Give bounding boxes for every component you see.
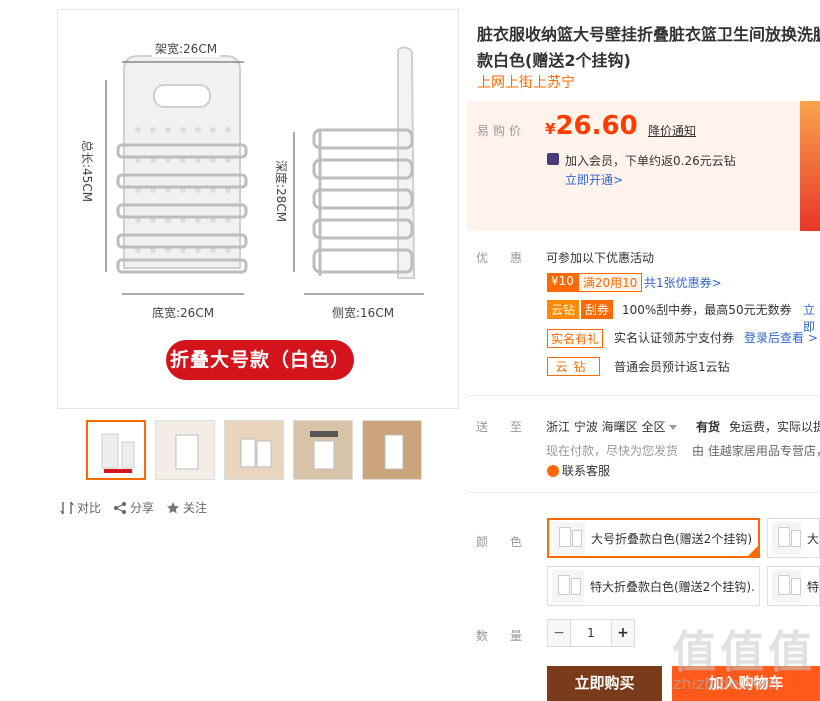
product-actions: 对比 分享 关注 — [60, 499, 219, 516]
thumbnail-2[interactable] — [155, 420, 215, 480]
color-option-4[interactable]: 特 — [767, 566, 820, 606]
quantity-input[interactable]: 1 — [571, 619, 611, 647]
basket-thumb-icon — [384, 434, 404, 470]
section-divider — [467, 492, 820, 493]
member-text: 加入会员，下单约返0.26元云钻 — [565, 154, 736, 168]
yunzuan-tag: 云钻 — [547, 357, 600, 376]
color-option-1[interactable]: 大号折叠款白色(赠送2个挂钩) — [547, 518, 760, 558]
color-option-label: 大号折叠款白色(赠送2个挂钩) — [591, 531, 752, 546]
section-divider — [467, 395, 820, 396]
price-number: 26.60 — [555, 111, 638, 141]
color-option-label: 大 — [806, 531, 819, 546]
ship-note: 现在付款，尽快为您发货 — [546, 444, 679, 458]
yunzuan-text: 普通会员预计返1云钻 — [614, 360, 730, 374]
seller-name[interactable]: 由 佳越家居用品专营店， — [692, 442, 820, 459]
product-title-line2: 款白色(赠送2个挂钩) — [477, 51, 631, 70]
promotions-head: 可参加以下优惠活动 — [546, 251, 655, 265]
follow-label: 关注 — [183, 501, 208, 515]
dim-side-width: 侧宽:16CM — [332, 306, 395, 320]
follow-button[interactable]: 关注 — [166, 499, 207, 516]
freight-text: 免运费，实际以提 — [729, 420, 820, 434]
basket-thumb-icon — [101, 433, 135, 473]
promotions-label: 优惠 — [476, 251, 545, 265]
coupon-tag: ¥10 满20用10 — [547, 273, 643, 292]
thumbnail-strip — [86, 420, 431, 484]
scratch-text: 100%刮中券，最高50元无数券 — [622, 303, 792, 317]
color-swatch — [772, 522, 801, 554]
realname-tag: 实名有礼 — [547, 329, 604, 348]
scratch-tags: 云钻 刮券 — [547, 300, 614, 319]
main-product-image[interactable]: 架宽:26CM 总长:45CM 深度:28CM 底宽:26CM 侧宽:16CM … — [57, 9, 459, 409]
price-value: ¥26.60 — [545, 111, 638, 141]
coupon-condition: 满20用10 — [577, 273, 643, 292]
compare-icon — [60, 501, 74, 514]
dim-bottom-width: 底宽:26CM — [152, 306, 215, 320]
buy-now-button[interactable]: 立即购买 — [547, 666, 662, 701]
realname-link[interactable]: 登录后查看 > — [744, 329, 818, 346]
basket-thumb-icon — [240, 438, 272, 468]
thumbnail-1[interactable] — [86, 420, 146, 480]
selected-corner-icon — [748, 546, 758, 556]
stock-status: 有货 — [696, 420, 721, 434]
color-option-3[interactable]: 特大折叠款白色(赠送2个挂钩). — [547, 566, 760, 606]
color-swatch — [772, 570, 801, 602]
price-currency: ¥ — [545, 120, 556, 138]
chevron-down-icon — [669, 425, 678, 430]
color-option-2[interactable]: 大 — [767, 518, 820, 558]
thumbnail-5[interactable] — [362, 420, 422, 480]
product-subtitle: 上网上街上苏宁 — [477, 75, 575, 91]
dim-frame-width: 架宽:26CM — [152, 40, 221, 57]
quantity-plus-button[interactable]: + — [611, 619, 635, 647]
share-button[interactable]: 分享 — [113, 499, 154, 516]
thumbnail-4[interactable] — [293, 420, 353, 480]
coupon-amount: ¥10 — [547, 273, 578, 292]
watermark-sub: zhizhide.com — [673, 674, 779, 693]
shipping-label: 送至 — [476, 420, 545, 434]
color-swatch — [552, 570, 584, 602]
thumbnail-3[interactable] — [224, 420, 284, 480]
price-label: 易购价 — [477, 124, 526, 138]
service-label: 联系客服 — [562, 464, 611, 478]
basket-thumb-icon — [175, 434, 199, 470]
color-swatch — [553, 522, 585, 554]
quantity-minus-button[interactable]: − — [547, 619, 571, 647]
star-icon — [167, 501, 180, 513]
basket-thumb-icon — [310, 431, 338, 470]
color-option-label: 特大折叠款白色(赠送2个挂钩). — [590, 579, 755, 594]
compare-button[interactable]: 对比 — [60, 499, 101, 516]
product-variant-banner: 折叠大号款（白色） — [166, 340, 354, 380]
product-title: 脏衣服收纳篮大号壁挂折叠脏衣篮卫生间放换洗脏 款白色(赠送2个挂钩) — [477, 22, 820, 74]
member-icon — [547, 153, 559, 165]
quantity-label: 数量 — [476, 629, 545, 643]
dim-total-height: 总长:45CM — [80, 140, 94, 203]
price-notify-link[interactable]: 降价通知 — [648, 122, 696, 139]
compare-label: 对比 — [77, 501, 102, 515]
shipping-location-select[interactable]: 浙江 宁波 海曙区 全区 — [546, 418, 678, 435]
service-icon — [547, 464, 559, 477]
dim-depth: 深度:28CM — [274, 160, 288, 223]
price-box: 易购价 ¥26.60 降价通知 加入会员，下单约返0.26元云钻 立即开通> — [467, 101, 800, 231]
quantity-stepper: − 1 + — [547, 619, 635, 647]
customer-service-button[interactable]: 联系客服 — [547, 462, 610, 479]
share-label: 分享 — [130, 501, 155, 515]
coupon-link[interactable]: 共1张优惠券> — [644, 274, 722, 291]
open-member-link[interactable]: 立即开通> — [565, 171, 623, 188]
product-title-line1: 脏衣服收纳篮大号壁挂折叠脏衣篮卫生间放换洗脏 — [477, 25, 820, 44]
share-icon — [114, 501, 127, 514]
scratch-tag: 刮券 — [581, 300, 614, 319]
color-option-label: 特 — [806, 579, 819, 594]
cloud-tag: 云钻 — [547, 300, 580, 319]
realname-text: 实名认证领苏宁支付券 — [614, 331, 735, 345]
shipping-location: 浙江 宁波 海曙区 全区 — [546, 420, 666, 434]
watermark: 值值值 — [672, 627, 816, 678]
color-label: 颜色 — [476, 535, 545, 549]
side-promo-banner[interactable] — [800, 101, 820, 231]
